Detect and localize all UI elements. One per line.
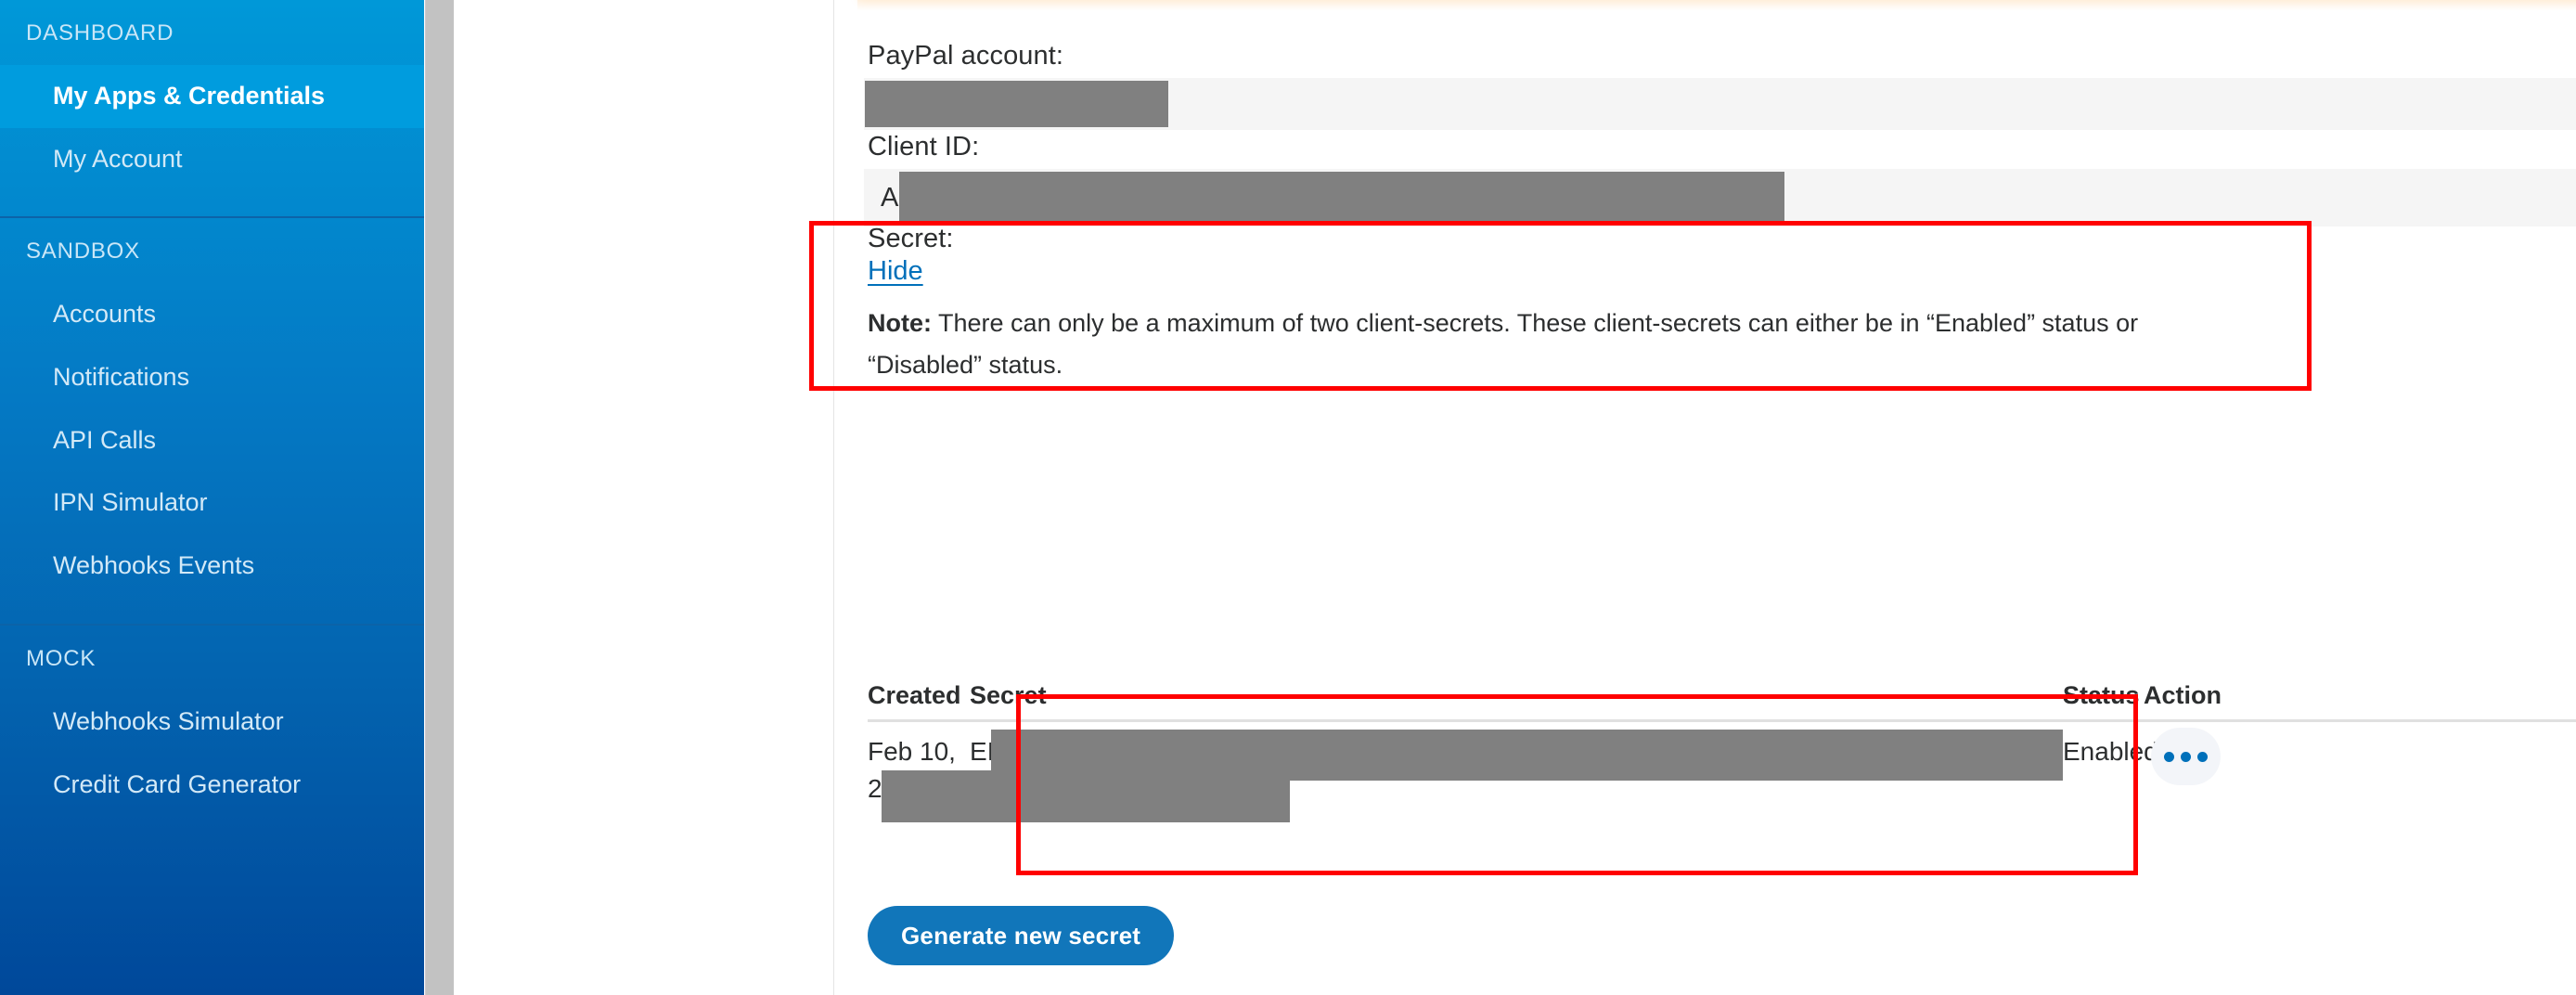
- generate-new-secret-button[interactable]: Generate new secret: [868, 906, 1175, 965]
- sidebar-item-my-apps-and-credentials[interactable]: My Apps & Credentials: [0, 65, 424, 128]
- sidebar-header-mock: MOCK: [26, 645, 97, 671]
- sidebar: DASHBOARD My Apps & Credentials My Accou…: [0, 0, 424, 995]
- secret-label: Secret:: [868, 224, 954, 253]
- paypal-account-redaction: [865, 81, 1168, 127]
- app-root: DASHBOARD My Apps & Credentials My Accou…: [0, 0, 2576, 995]
- sidebar-item-ipn-simulator[interactable]: IPN Simulator: [0, 472, 424, 535]
- sidebar-header-dashboard: DASHBOARD: [26, 20, 174, 45]
- column-header-status: Status: [2063, 681, 2140, 709]
- secrets-table: Created Secret Status Action Feb 10, 202…: [868, 660, 2576, 832]
- row-action-menu-button[interactable]: [2151, 728, 2221, 785]
- sidebar-item-webhooks-simulator[interactable]: Webhooks Simulator: [0, 691, 424, 754]
- sidebar-item-credit-card-generator[interactable]: Credit Card Generator: [0, 754, 424, 817]
- alert-banner-shadow: [857, 0, 2576, 11]
- sidebar-group-sandbox: SANDBOX Accounts Notifications API Calls…: [0, 216, 424, 623]
- cell-created-line1: Feb 10,: [868, 737, 956, 766]
- table-row: Feb 10, 2021 EIPi Enabled: [868, 722, 2576, 832]
- sidebar-group-dashboard: DASHBOARD My Apps & Credentials My Accou…: [0, 0, 424, 216]
- sidebar-item-api-calls[interactable]: API Calls: [0, 409, 424, 472]
- secret-note-body: There can only be a maximum of two clien…: [868, 309, 2139, 379]
- secret-redaction-line2: [882, 770, 1290, 822]
- column-header-secret: Secret: [970, 681, 1047, 709]
- sidebar-group-mock: MOCK Webhooks Simulator Credit Card Gene…: [0, 623, 424, 817]
- sidebar-scrollbar[interactable]: [425, 0, 454, 995]
- client-id-label: Client ID:: [868, 132, 980, 162]
- secret-note: Note: There can only be a maximum of two…: [868, 303, 2250, 386]
- dot-icon: [2197, 751, 2208, 762]
- column-header-action: Action: [2144, 681, 2222, 709]
- sidebar-item-notifications[interactable]: Notifications: [0, 346, 424, 409]
- dot-icon: [2164, 751, 2174, 762]
- secrets-table-header-row: Created Secret Status Action: [868, 660, 2576, 722]
- column-header-created: Created: [868, 681, 961, 709]
- client-id-redaction: [899, 172, 1784, 224]
- sidebar-item-accounts[interactable]: Accounts: [0, 283, 424, 346]
- secret-hide-toggle-link[interactable]: Hide: [868, 256, 923, 287]
- main-content: PayPal account: Client ID: AR Secret: Hi…: [454, 0, 2576, 995]
- sidebar-item-webhooks-events[interactable]: Webhooks Events: [0, 535, 424, 598]
- dot-icon: [2181, 751, 2191, 762]
- cell-status: Enabled: [2063, 737, 2158, 766]
- credentials-card: PayPal account: Client ID: AR Secret: Hi…: [833, 0, 2576, 995]
- sidebar-header-sandbox: SANDBOX: [26, 239, 140, 265]
- sidebar-item-my-account[interactable]: My Account: [0, 128, 424, 191]
- secret-note-prefix: Note:: [868, 309, 932, 337]
- paypal-account-label: PayPal account:: [868, 41, 1064, 71]
